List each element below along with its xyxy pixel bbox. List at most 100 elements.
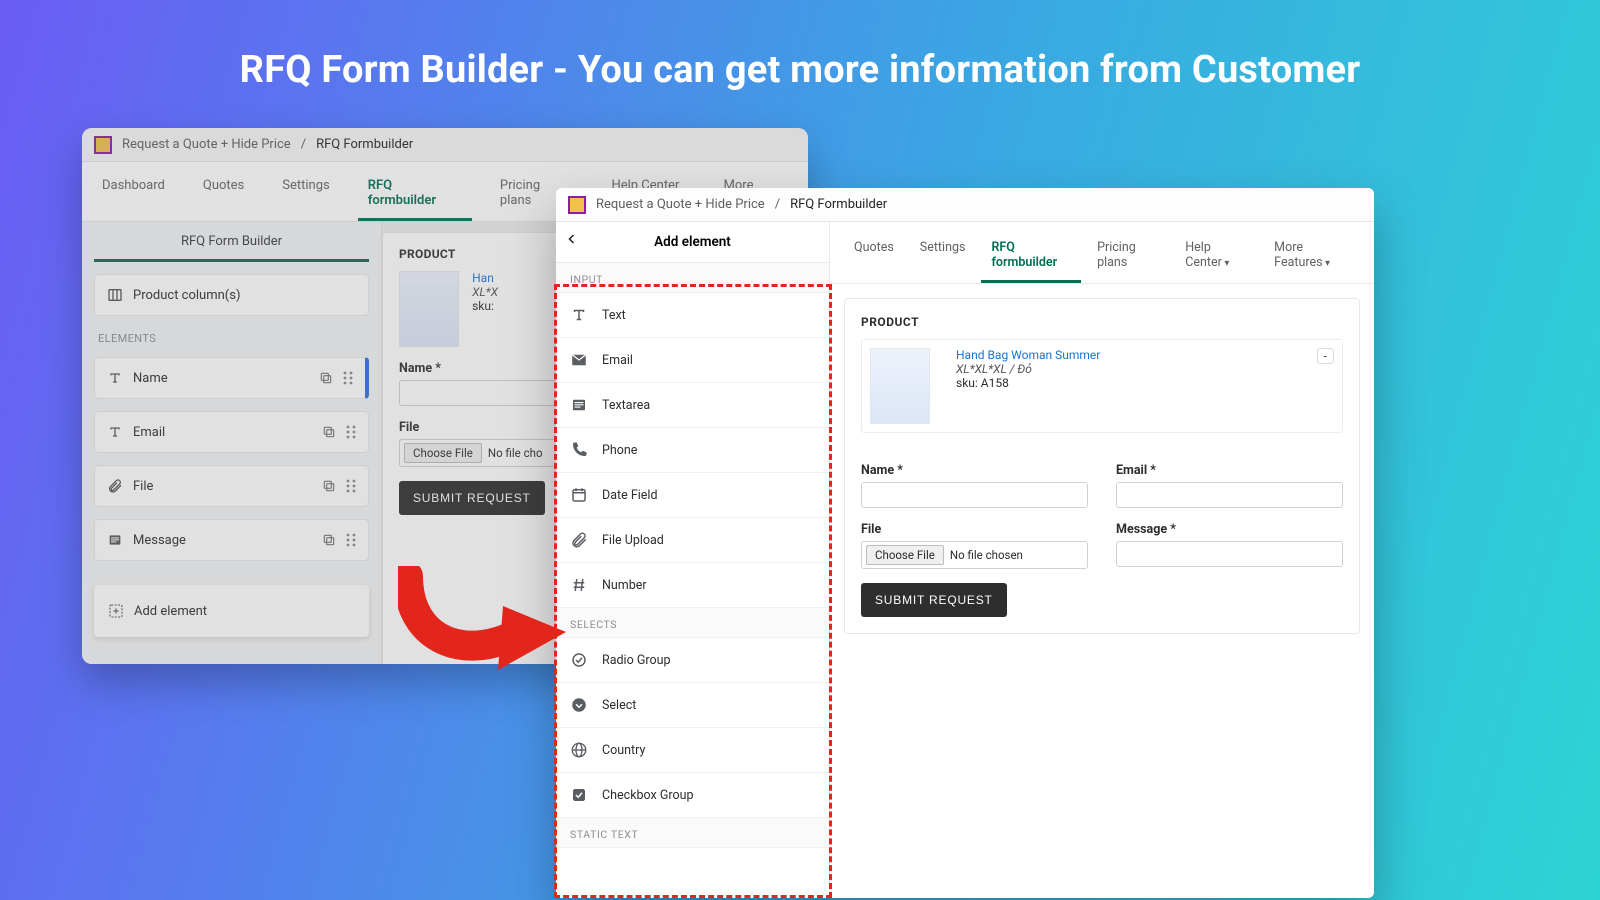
option-text[interactable]: Text (556, 293, 829, 338)
sidebar-item-product-columns[interactable]: Product column(s) (94, 274, 369, 316)
text-icon (107, 424, 123, 440)
sidebar-item-name[interactable]: Name (94, 357, 369, 399)
product-variant: XL*XL*XL / Đỏ (956, 362, 1301, 376)
add-element-header: Add element (556, 222, 829, 263)
group-label-input: INPUT (556, 263, 829, 293)
option-number[interactable]: Number (556, 563, 829, 608)
field-label-email: Email * (1116, 463, 1343, 478)
add-element-button[interactable]: Add element (94, 585, 369, 637)
builder-sidebar: RFQ Form Builder Product column(s) ELEME… (82, 222, 382, 664)
option-label: Phone (602, 443, 637, 458)
option-country[interactable]: Country (556, 728, 829, 773)
checkbox-icon (570, 786, 588, 804)
sidebar-item-file[interactable]: File (94, 465, 369, 507)
product-sku: sku: A158 (956, 376, 1301, 390)
sidebar-item-label: Email (133, 425, 312, 440)
columns-icon (107, 287, 123, 303)
drag-handle-icon[interactable] (346, 425, 356, 439)
tab-rfq-formbuilder[interactable]: RFQ formbuilder (358, 170, 472, 221)
option-select[interactable]: Select (556, 683, 829, 728)
attachment-icon (107, 478, 123, 494)
tab-settings[interactable]: Settings (910, 232, 976, 283)
textarea-icon (570, 396, 588, 414)
sidebar-item-message[interactable]: Message (94, 519, 369, 561)
product-name: Han (472, 271, 498, 285)
file-input[interactable]: Choose File No file chosen (861, 541, 1088, 569)
option-label: Date Field (602, 488, 658, 503)
option-label: Checkbox Group (602, 788, 694, 803)
preview-heading: PRODUCT (861, 315, 1343, 329)
drag-handle-icon[interactable] (346, 533, 356, 547)
sidebar-item-label: File (133, 479, 312, 494)
option-phone[interactable]: Phone (556, 428, 829, 473)
breadcrumb-current: RFQ Formbuilder (790, 197, 887, 212)
option-label: Select (602, 698, 636, 713)
option-label: Textarea (602, 398, 650, 413)
message-input[interactable] (1116, 541, 1343, 567)
drag-handle-icon[interactable] (346, 479, 356, 493)
option-email[interactable]: Email (556, 338, 829, 383)
add-element-icon (108, 603, 124, 619)
hash-icon (570, 576, 588, 594)
product-name: Hand Bag Woman Summer (956, 348, 1301, 362)
product-image (870, 348, 930, 424)
choose-file-button[interactable]: Choose File (866, 545, 944, 565)
tab-more-features[interactable]: More Features (1264, 232, 1360, 283)
add-element-panel: Add element INPUT Text Email Textarea Ph… (556, 222, 830, 898)
duplicate-icon[interactable] (319, 371, 333, 385)
duplicate-icon[interactable] (322, 533, 336, 547)
panel-right: Request a Quote + Hide Price / RFQ Formb… (556, 188, 1374, 898)
sidebar-item-label: Product column(s) (133, 288, 356, 303)
tab-help-center[interactable]: Help Center (1175, 232, 1258, 283)
calendar-icon (570, 486, 588, 504)
option-label: File Upload (602, 533, 664, 548)
option-file-upload[interactable]: File Upload (556, 518, 829, 563)
tab-pricing-plans[interactable]: Pricing plans (1087, 232, 1169, 283)
app-logo-icon (94, 136, 112, 154)
attachment-icon (570, 531, 588, 549)
breadcrumb-sep: / (301, 137, 306, 152)
sidebar-title: RFQ Form Builder (94, 222, 369, 262)
choose-file-button[interactable]: Choose File (404, 443, 482, 463)
back-icon[interactable] (566, 232, 578, 246)
option-checkbox-group[interactable]: Checkbox Group (556, 773, 829, 818)
chevron-down-circle-icon (570, 696, 588, 714)
tab-rfq-formbuilder[interactable]: RFQ formbuilder (981, 232, 1081, 283)
globe-icon (570, 741, 588, 759)
email-input[interactable] (1116, 482, 1343, 508)
option-radio-group[interactable]: Radio Group (556, 638, 829, 683)
group-label-static-text: STATIC TEXT (556, 818, 829, 848)
product-variant: XL*X (472, 285, 498, 299)
textarea-icon (107, 532, 123, 548)
tab-settings[interactable]: Settings (272, 170, 339, 221)
breadcrumb-current: RFQ Formbuilder (316, 137, 413, 152)
product-sku: sku: (472, 299, 498, 313)
drag-handle-icon[interactable] (343, 371, 353, 385)
breadcrumb-app: Request a Quote + Hide Price (596, 197, 765, 212)
duplicate-icon[interactable] (322, 425, 336, 439)
remove-product-button[interactable]: - (1317, 348, 1334, 364)
tab-dashboard[interactable]: Dashboard (92, 170, 175, 221)
option-label: Number (602, 578, 647, 593)
group-label-selects: SELECTS (556, 608, 829, 638)
submit-request-button[interactable]: SUBMIT REQUEST (861, 583, 1007, 617)
phone-icon (570, 441, 588, 459)
email-icon (570, 351, 588, 369)
add-element-title: Add element (654, 234, 731, 250)
option-label: Email (602, 353, 633, 368)
breadcrumb-app: Request a Quote + Hide Price (122, 137, 291, 152)
option-date-field[interactable]: Date Field (556, 473, 829, 518)
field-label-file: File (861, 522, 1088, 537)
duplicate-icon[interactable] (322, 479, 336, 493)
form-preview-right: PRODUCT Hand Bag Woman Summer XL*XL*XL /… (844, 298, 1360, 634)
name-input[interactable] (861, 482, 1088, 508)
text-icon (570, 306, 588, 324)
tab-quotes[interactable]: Quotes (844, 232, 904, 283)
option-label: Country (602, 743, 645, 758)
sidebar-section-elements: ELEMENTS (82, 322, 381, 351)
sidebar-item-email[interactable]: Email (94, 411, 369, 453)
option-textarea[interactable]: Textarea (556, 383, 829, 428)
tab-quotes[interactable]: Quotes (193, 170, 254, 221)
submit-request-button[interactable]: SUBMIT REQUEST (399, 481, 545, 515)
app-header-right: Request a Quote + Hide Price / RFQ Formb… (556, 188, 1374, 222)
